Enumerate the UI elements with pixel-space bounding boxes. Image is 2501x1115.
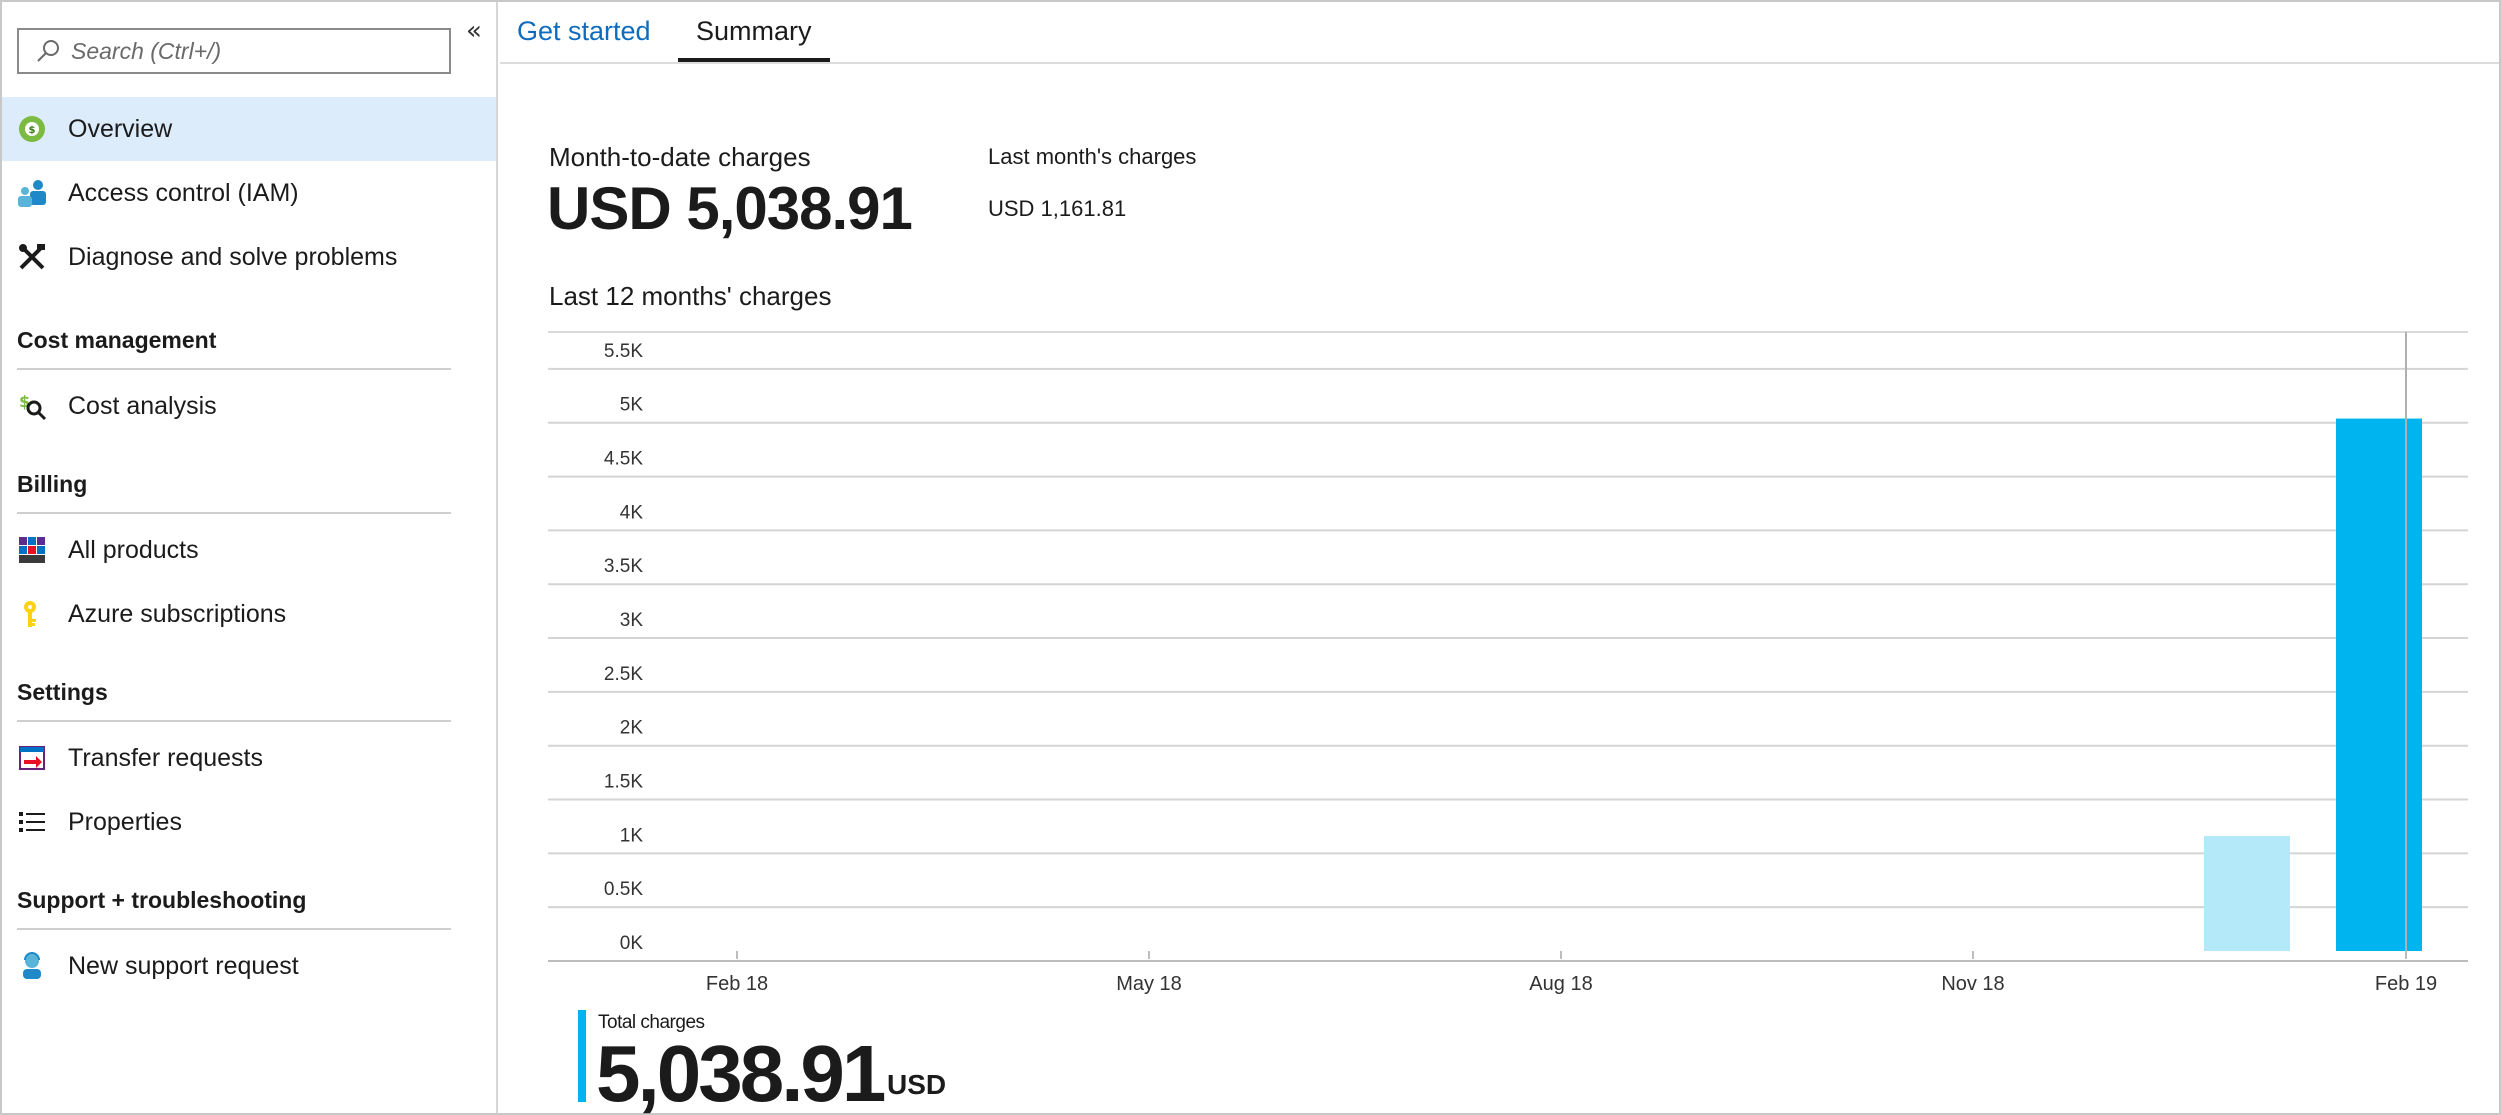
y-tick-label: 3.5K	[604, 556, 643, 577]
section-title-cost-management: Cost management	[17, 327, 217, 353]
search-box[interactable]	[17, 28, 451, 74]
y-tick-label: 1K	[620, 825, 644, 846]
sidebar-item-properties[interactable]: Properties	[2, 790, 496, 854]
sidebar-item-transfer-requests[interactable]: Transfer requests	[2, 726, 496, 790]
y-tick-label: 3K	[620, 610, 644, 631]
sidebar-item-diagnose[interactable]: Diagnose and solve problems	[2, 225, 496, 289]
charges-bar-chart: 0K 0.5K 1K 1.5K 2K 2.5K 3K 3.5K 4K 4.5K 5K 5.5K Feb …	[548, 331, 2468, 995]
sidebar-item-iam[interactable]: Access control (IAM)	[2, 161, 496, 225]
y-tick-label: 2.5K	[604, 664, 643, 685]
y-tick-label: 4.5K	[604, 449, 643, 470]
sidebar-item-overview[interactable]: $ Overview	[2, 97, 496, 161]
svg-text:$: $	[29, 125, 36, 136]
sidebar-item-label: Access control (IAM)	[68, 178, 299, 207]
sidebar-item-label: Azure subscriptions	[68, 599, 287, 628]
sidebar-item-new-support-request[interactable]: New support request	[2, 934, 496, 998]
bar-jan-19	[2204, 835, 2290, 951]
y-tick-label: 0.5K	[604, 879, 643, 900]
x-tick-label: Aug 18	[1529, 973, 1592, 995]
overview-icon: $	[16, 113, 48, 145]
sidebar-item-label: Transfer requests	[68, 743, 263, 772]
sidebar-item-label: Overview	[68, 114, 173, 143]
cost-analysis-icon: $	[16, 390, 48, 422]
x-tick-label: Nov 18	[1941, 973, 2004, 995]
collapse-sidebar-button[interactable]: «	[460, 16, 488, 46]
y-tick-label: 5.5K	[604, 341, 643, 362]
x-tick-label: Feb 19	[2375, 973, 2437, 995]
section-title-support: Support + troubleshooting	[17, 887, 307, 913]
x-tick-label: Feb 18	[706, 973, 768, 995]
search-input[interactable]	[71, 37, 431, 65]
section-divider	[17, 928, 451, 930]
y-tick-label: 4K	[620, 502, 644, 523]
all-products-icon	[16, 534, 48, 566]
y-tick-label: 5K	[620, 395, 644, 416]
section-divider	[17, 720, 451, 722]
sidebar-item-label: Properties	[68, 807, 182, 836]
total-accent-bar	[578, 1010, 586, 1102]
y-tick-label: 2K	[620, 718, 644, 739]
total-charges-value: 5,038.91	[596, 1029, 886, 1115]
y-tick-label: 0K	[620, 933, 644, 954]
total-charges-unit: USD	[887, 1069, 947, 1100]
main-content: Get started Summary Month-to-date charge…	[500, 2, 2499, 1115]
sidebar-item-cost-analysis[interactable]: $ Cost analysis	[2, 374, 496, 438]
bar-feb-19	[2336, 418, 2422, 951]
sidebar-item-azure-subscriptions[interactable]: Azure subscriptions	[2, 582, 496, 646]
sidebar-item-label: New support request	[68, 951, 299, 980]
section-title-settings: Settings	[17, 679, 108, 705]
section-divider	[17, 368, 451, 370]
sidebar-item-all-products[interactable]: All products	[2, 518, 496, 582]
section-title-billing: Billing	[17, 471, 88, 497]
transfer-icon	[16, 742, 48, 774]
wrench-tools-icon	[16, 241, 48, 273]
sidebar-item-label: Diagnose and solve problems	[68, 242, 398, 271]
sidebar: « $ Overview Access control (IAM) Diagno…	[2, 2, 498, 1113]
iam-users-icon	[16, 177, 48, 209]
sidebar-item-label: All products	[68, 535, 199, 564]
support-person-icon	[16, 950, 48, 982]
y-tick-label: 1.5K	[604, 772, 643, 793]
x-tick-label: May 18	[1116, 973, 1182, 995]
properties-list-icon	[16, 806, 48, 838]
section-divider	[17, 512, 451, 514]
search-icon	[37, 40, 59, 62]
key-icon	[16, 598, 48, 630]
sidebar-item-label: Cost analysis	[68, 391, 217, 420]
